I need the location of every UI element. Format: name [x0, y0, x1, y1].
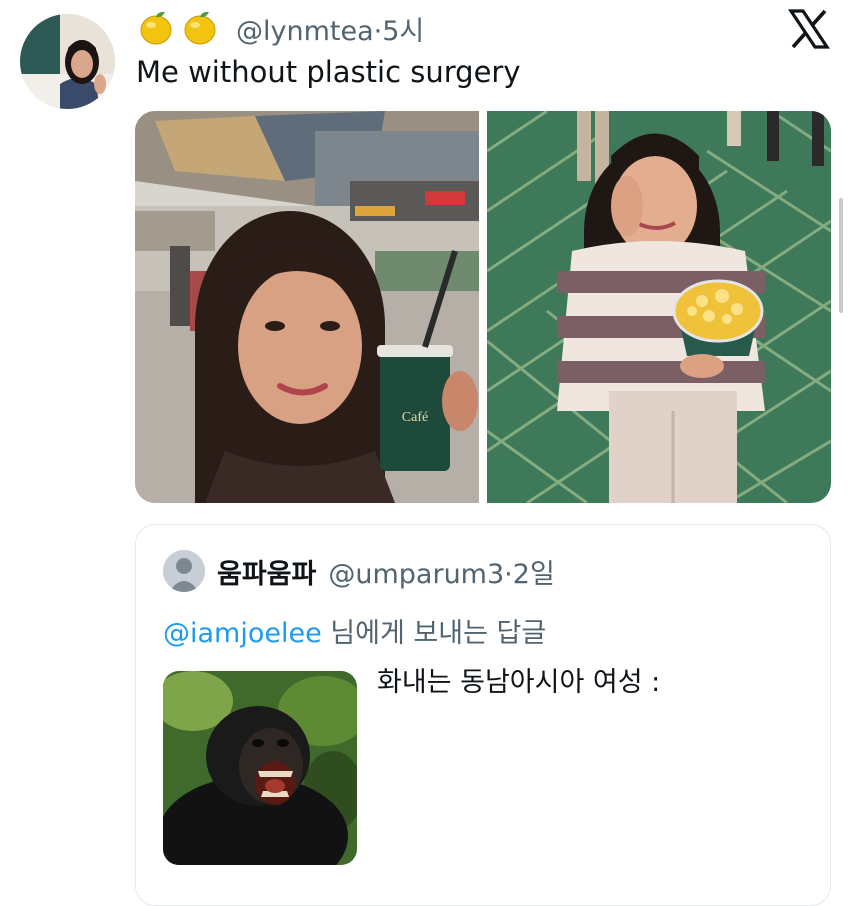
quoted-tweet-card[interactable]: 움파움파 @umparum3·2일 @iamjoelee 님에게 보내는 답글 … — [135, 524, 831, 906]
author-avatar[interactable] — [20, 14, 115, 109]
quote-text: 화내는 동남아시아 여성 : — [377, 667, 661, 698]
default-person-icon — [163, 550, 205, 592]
media-photo-right[interactable] — [487, 111, 831, 503]
author-handle[interactable]: @lynmtea — [236, 16, 374, 47]
quote-media-thumbnail[interactable] — [163, 671, 357, 865]
meta-separator: · — [373, 15, 383, 47]
lemon-emoji-icon — [184, 11, 216, 45]
tweet-media-grid: Café — [135, 111, 831, 503]
display-name-emoji[interactable] — [136, 8, 224, 48]
reply-mention-link[interactable]: @iamjoelee — [163, 618, 322, 649]
chimpanzee-photo — [163, 671, 357, 865]
lemon-emoji-icon — [140, 11, 172, 45]
quote-display-name[interactable]: 움파움파 — [217, 552, 316, 591]
quote-handle[interactable]: @umparum3 — [328, 559, 504, 590]
author-handle-line[interactable]: @lynmtea·5시 — [236, 9, 424, 48]
selfie-photo: Café — [135, 111, 479, 503]
quote-timestamp[interactable]: 2일 — [513, 559, 555, 590]
avatar-photo — [20, 14, 115, 109]
quote-header: 움파움파 @umparum3·2일 — [163, 549, 555, 593]
media-photo-left[interactable]: Café — [135, 111, 479, 503]
x-logo-icon[interactable] — [788, 8, 830, 50]
popcorn-photo — [487, 111, 831, 503]
reply-suffix: 님에게 보내는 답글 — [321, 618, 547, 649]
quote-handle-line[interactable]: @umparum3·2일 — [328, 552, 554, 591]
reply-context: @iamjoelee 님에게 보내는 답글 — [163, 611, 546, 650]
svg-text:Café: Café — [402, 410, 428, 425]
tweet-timestamp[interactable]: 5시 — [382, 16, 424, 47]
meta-separator: · — [504, 558, 513, 590]
tweet-text: Me without plastic surgery — [136, 55, 521, 89]
tweet-header: @lynmtea·5시 — [136, 8, 424, 48]
quote-avatar[interactable] — [163, 550, 205, 592]
scrollbar-thumb[interactable] — [839, 198, 843, 313]
